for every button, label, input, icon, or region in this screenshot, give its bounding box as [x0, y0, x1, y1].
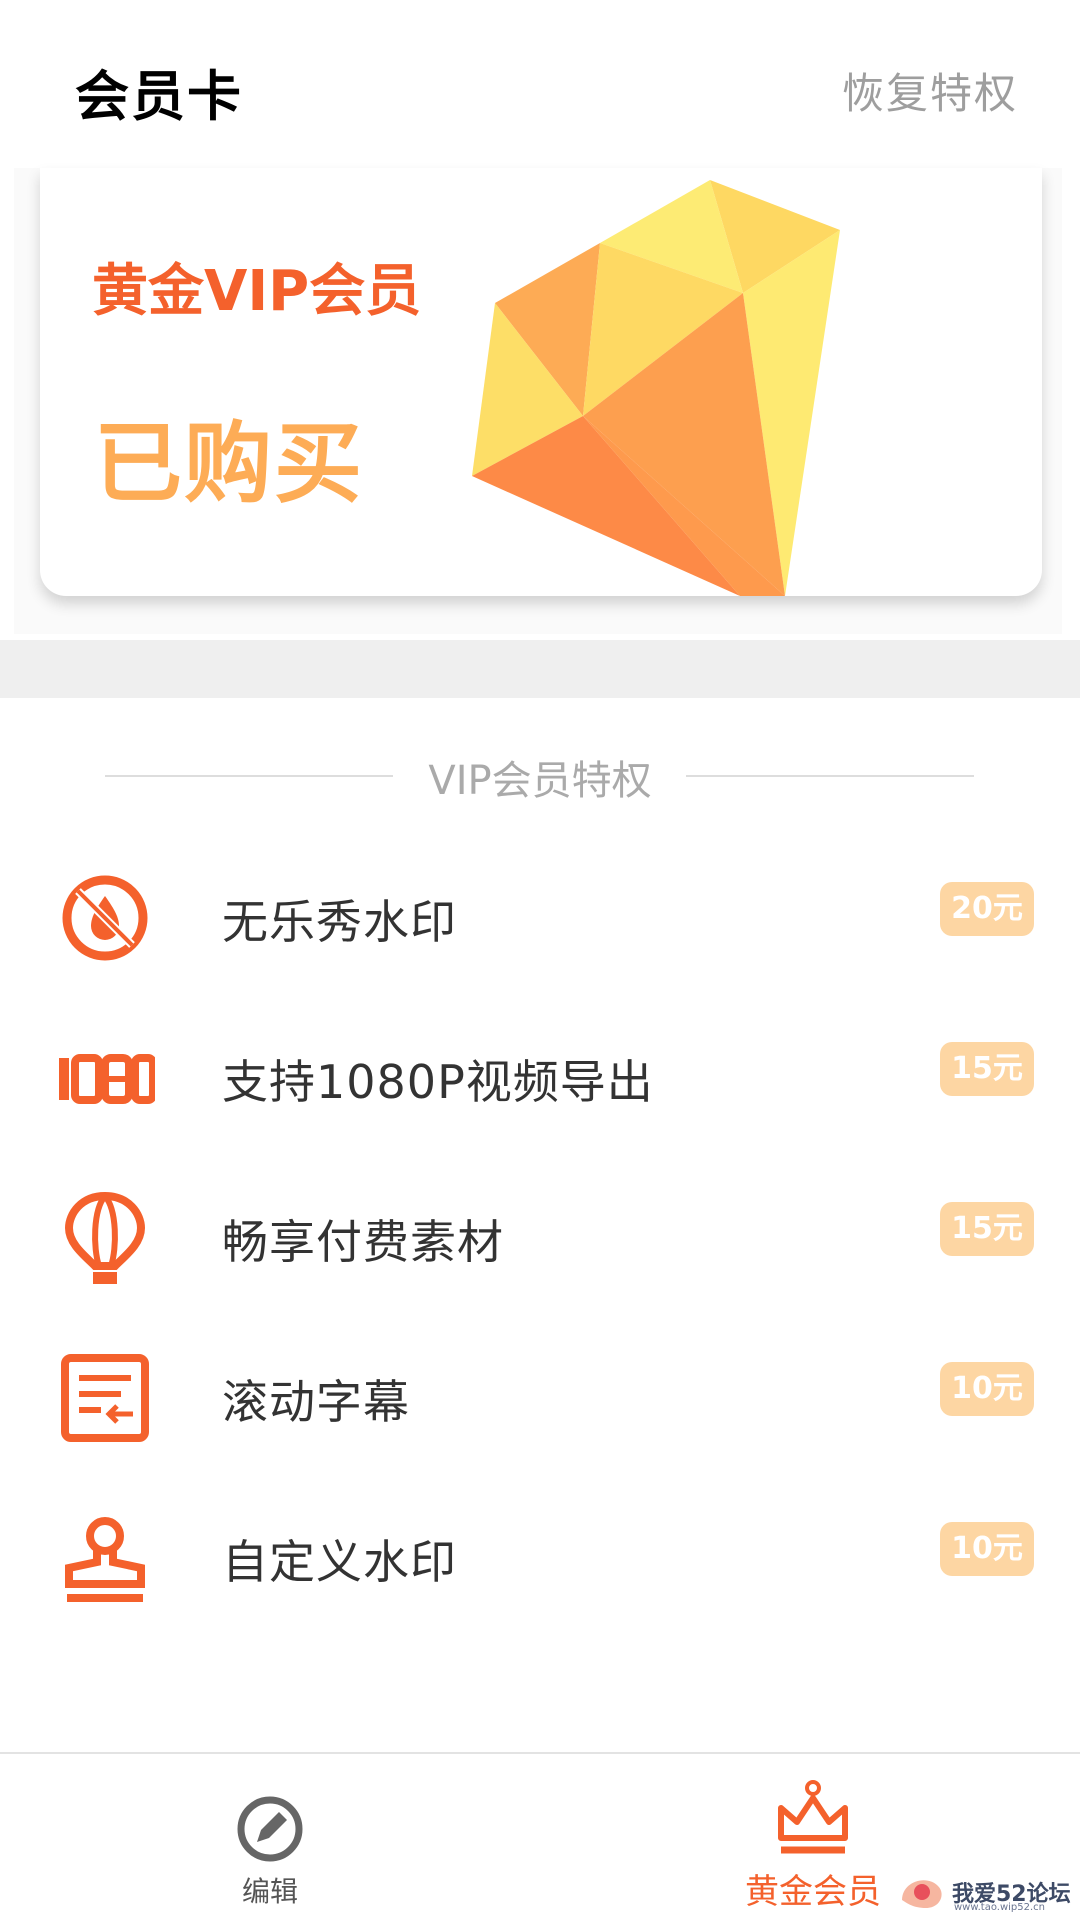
- page-title: 会员卡: [75, 65, 243, 128]
- balloon-icon: [64, 1191, 146, 1284]
- scrolling-subtitle-icon: [61, 1354, 149, 1442]
- purchase-status: 已购买: [94, 412, 365, 515]
- privilege-row-paid-materials[interactable]: 畅享付费素材 15元: [0, 1150, 1080, 1310]
- price-badge: 10元: [940, 1362, 1034, 1416]
- price-badge: 20元: [940, 882, 1034, 936]
- privilege-row-scrolling-subtitle[interactable]: 滚动字幕 10元: [0, 1310, 1080, 1470]
- tab-edit[interactable]: 编辑: [120, 1754, 420, 1922]
- privilege-label: 支持1080P视频导出: [222, 1055, 654, 1109]
- watermark-logo-icon: [902, 1880, 942, 1908]
- crown-icon: [778, 1780, 848, 1854]
- card-title: 黄金VIP会员: [92, 259, 422, 324]
- membership-card: 黄金VIP会员 已购买: [40, 168, 1042, 596]
- card-area: 黄金VIP会员 已购买: [14, 168, 1062, 634]
- privilege-label: 无乐秀水印: [222, 895, 457, 949]
- no-watermark-icon: [62, 875, 148, 961]
- section-line-right: [686, 775, 974, 777]
- stamp-icon: [65, 1517, 145, 1602]
- tab-label: 编辑: [241, 1875, 298, 1908]
- privilege-label: 畅享付费素材: [222, 1215, 504, 1269]
- privilege-row-no-watermark[interactable]: 无乐秀水印 20元: [0, 830, 1080, 990]
- header: 会员卡 恢复特权: [0, 0, 1080, 168]
- price-badge: 15元: [940, 1202, 1034, 1256]
- corner-watermark: 我爱52论坛 www.tao.wip52.cn: [896, 1870, 1076, 1916]
- price-badge: 10元: [940, 1522, 1034, 1576]
- hd-1080-icon: [59, 1054, 155, 1104]
- privilege-label: 自定义水印: [222, 1535, 457, 1589]
- privileges-section-title: VIP会员特权: [428, 758, 652, 804]
- watermark-subtext: www.tao.wip52.cn: [954, 1902, 1046, 1913]
- privilege-row-custom-watermark[interactable]: 自定义水印 10元: [0, 1470, 1080, 1630]
- diamond-icon: [472, 180, 840, 596]
- price-badge: 15元: [940, 1042, 1034, 1096]
- section-divider-band: [0, 640, 1080, 698]
- privilege-row-1080p[interactable]: 支持1080P视频导出 15元: [0, 990, 1080, 1150]
- privilege-label: 滚动字幕: [222, 1375, 410, 1429]
- pencil-icon: [237, 1796, 303, 1862]
- restore-privileges-button[interactable]: 恢复特权: [842, 60, 1018, 121]
